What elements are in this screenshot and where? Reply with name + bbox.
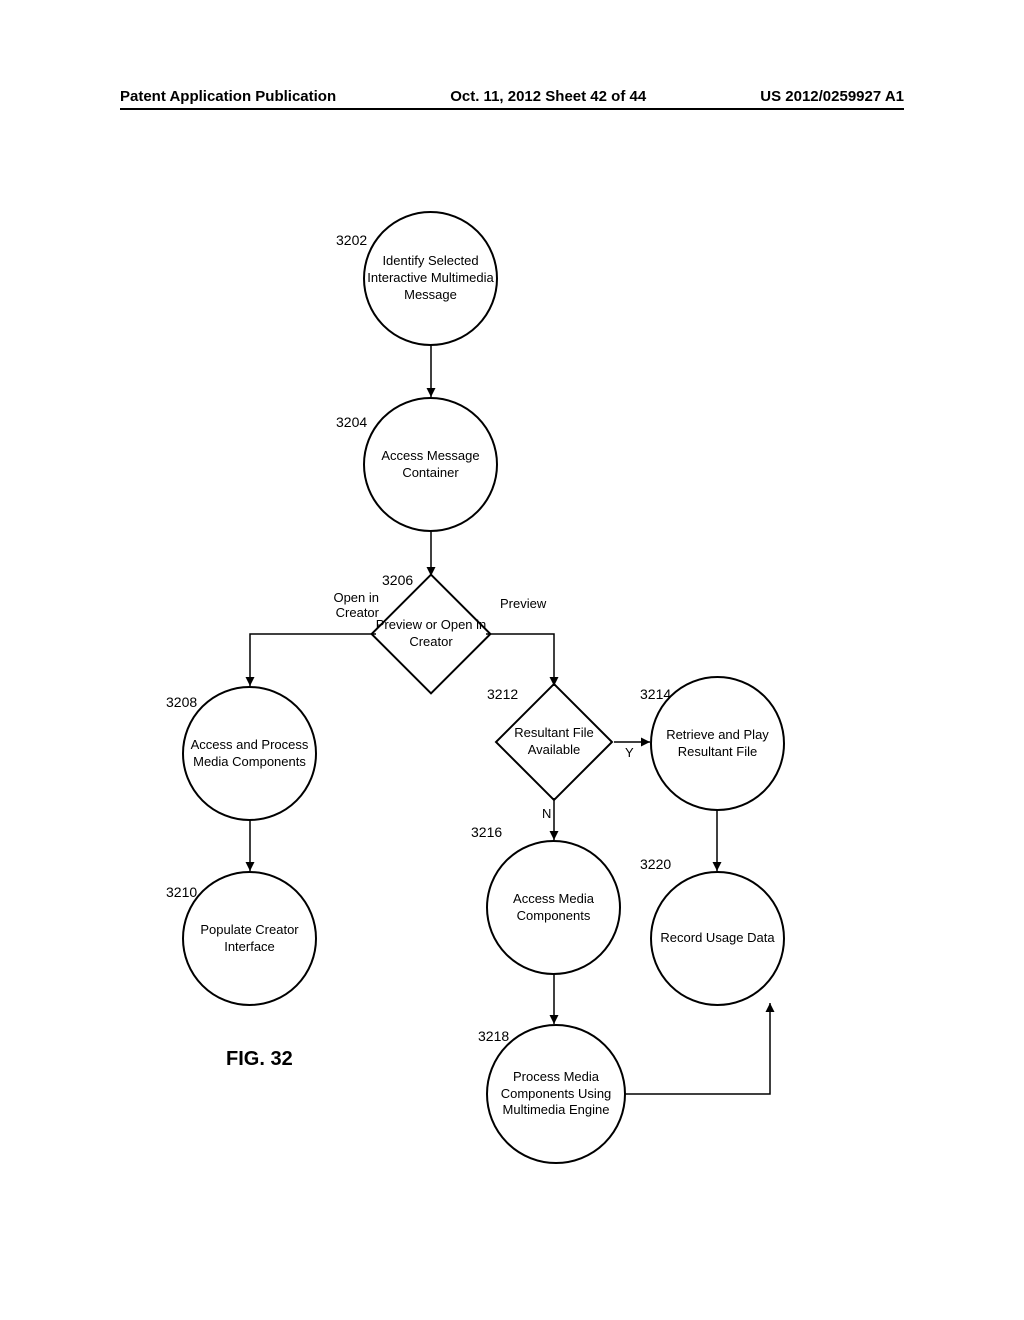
ref-3216: 3216	[471, 824, 502, 840]
node-text: Access Message Container	[365, 448, 496, 482]
node-3208: Access and Process Media Components	[182, 686, 317, 821]
node-text: Resultant File Available	[494, 725, 614, 759]
header-right: US 2012/0259927 A1	[760, 88, 904, 105]
node-3204: Access Message Container	[363, 397, 498, 532]
ref-3220: 3220	[640, 856, 671, 872]
ref-3214: 3214	[640, 686, 671, 702]
node-3206: Preview or Open in Creator	[388, 591, 474, 677]
header-left: Patent Application Publication	[120, 88, 336, 105]
edge-label-n: N	[542, 806, 551, 821]
node-3216: Access Media Components	[486, 840, 621, 975]
edge-label-open-in-creator: Open in Creator	[319, 590, 379, 620]
edge-label-preview: Preview	[500, 596, 546, 611]
ref-3202: 3202	[336, 232, 367, 248]
node-3212: Resultant File Available	[512, 700, 596, 784]
node-3202: Identify Selected Interactive Multimedia…	[363, 211, 498, 346]
ref-3212: 3212	[487, 686, 518, 702]
figure-label: FIG. 32	[226, 1048, 293, 1071]
node-text: Identify Selected Interactive Multimedia…	[365, 253, 496, 304]
node-text: Populate Creator Interface	[184, 922, 315, 956]
ref-3208: 3208	[166, 694, 197, 710]
edge-label-y: Y	[625, 745, 634, 760]
node-text: Process Media Components Using Multimedi…	[488, 1069, 624, 1120]
node-text: Record Usage Data	[660, 930, 774, 947]
node-text: Preview or Open in Creator	[370, 617, 492, 651]
node-3218: Process Media Components Using Multimedi…	[486, 1024, 626, 1164]
ref-3218: 3218	[478, 1028, 509, 1044]
ref-3210: 3210	[166, 884, 197, 900]
node-text: Access and Process Media Components	[184, 737, 315, 771]
page-header: Patent Application Publication Oct. 11, …	[0, 88, 1024, 105]
ref-3206: 3206	[382, 572, 413, 588]
header-center: Oct. 11, 2012 Sheet 42 of 44	[450, 88, 646, 105]
header-rule	[120, 108, 904, 110]
ref-3204: 3204	[336, 414, 367, 430]
node-text: Retrieve and Play Resultant File	[652, 727, 783, 761]
node-3210: Populate Creator Interface	[182, 871, 317, 1006]
node-3220: Record Usage Data	[650, 871, 785, 1006]
node-text: Access Media Components	[488, 891, 619, 925]
